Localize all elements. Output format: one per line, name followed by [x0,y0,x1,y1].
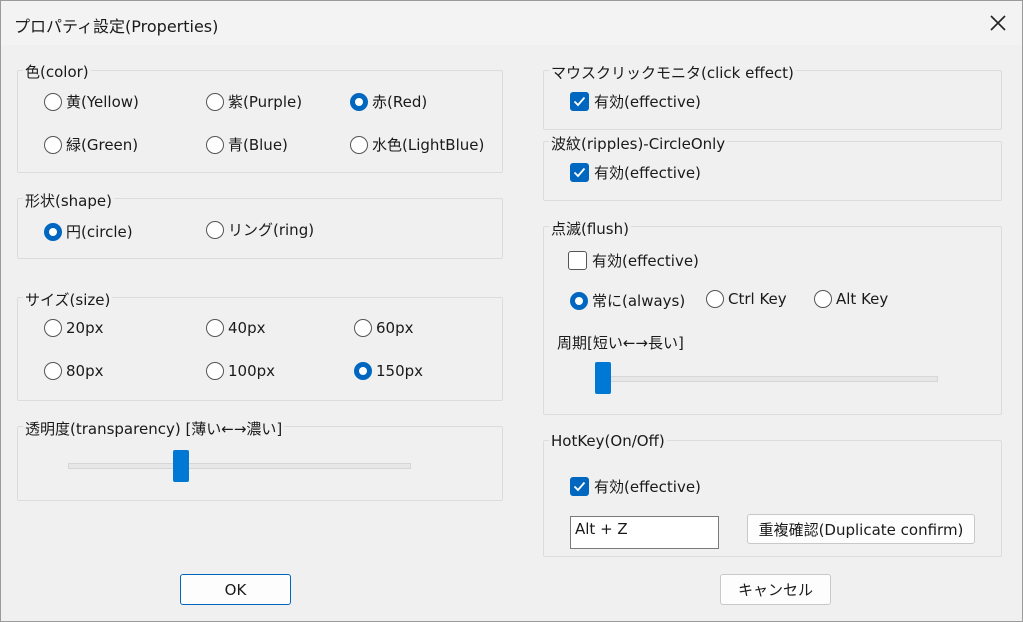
size-group [17,297,503,401]
hotkey-group-label: HotKey(On/Off) [549,432,667,450]
size-radio-60[interactable]: 60px [354,319,414,337]
radio-label: 赤(Red) [372,93,428,111]
size-radio-20[interactable]: 20px [44,319,104,337]
checkbox-box-checked [570,163,589,182]
flush-radio-always[interactable]: 常に(always) [570,290,685,311]
radio-circle [206,92,224,111]
flush-period-label: 周期[短い←→長い] [557,334,684,352]
ripples-group-label: 波紋(ripples)-CircleOnly [549,133,728,154]
radio-label: リング(ring) [228,221,315,239]
properties-dialog: プロパティ設定(Properties) 色(color) 黄(Yellow) 紫… [0,0,1023,622]
hotkey-input[interactable]: Alt + Z [570,516,719,549]
radio-circle [350,135,368,154]
radio-circle [354,319,372,337]
size-radio-150[interactable]: 150px [354,362,423,380]
transparency-group-label: 透明度(transparency) [薄い←→濃い] [23,418,285,439]
flush-period-slider-thumb[interactable] [595,362,611,394]
checkbox-box-checked [570,92,589,111]
color-radio-yellow[interactable]: 黄(Yellow) [44,91,139,112]
click-effect-checkbox[interactable]: 有効(effective) [570,91,701,112]
cancel-button[interactable]: キャンセル [720,574,831,605]
radio-label: 150px [376,362,424,380]
radio-label: 20px [66,319,104,337]
ok-button[interactable]: OK [180,574,291,605]
close-button[interactable] [982,7,1014,39]
radio-circle [44,135,62,154]
hotkey-checkbox[interactable]: 有効(effective) [570,476,701,497]
radio-circle [44,92,62,111]
radio-circle-selected [350,92,368,111]
size-radio-100[interactable]: 100px [206,362,275,380]
transparency-slider-thumb[interactable] [172,450,189,482]
radio-circle-selected [570,291,588,310]
checkbox-label: 有効(effective) [592,252,699,270]
radio-label: 紫(Purple) [228,93,303,111]
color-group [17,70,503,173]
radio-label: 青(Blue) [228,136,288,154]
color-radio-blue[interactable]: 青(Blue) [206,134,288,155]
checkbox-box-checked [570,477,589,496]
radio-label: 水色(LightBlue) [372,136,485,154]
ripples-checkbox[interactable]: 有効(effective) [570,162,701,183]
transparency-slider-track[interactable] [68,463,411,469]
radio-circle [44,362,62,380]
shape-group-label: 形状(shape) [23,190,114,211]
duplicate-confirm-button[interactable]: 重複確認(Duplicate confirm) [747,514,975,544]
checkbox-label: 有効(effective) [594,93,701,111]
radio-circle [206,135,224,154]
radio-circle [814,290,832,308]
radio-label: 円(circle) [66,223,133,241]
flush-period-slider-track[interactable] [595,376,938,382]
flush-checkbox[interactable]: 有効(effective) [568,250,699,271]
radio-circle-selected [44,222,62,241]
radio-circle [206,220,224,239]
radio-label: Alt Key [836,290,889,308]
radio-label: Ctrl Key [728,290,787,308]
size-radio-40[interactable]: 40px [206,319,266,337]
radio-label: 黄(Yellow) [66,93,139,111]
flush-radio-ctrl[interactable]: Ctrl Key [706,290,787,308]
flush-radio-alt[interactable]: Alt Key [814,290,888,308]
flush-group-label: 点滅(flush) [549,218,631,239]
radio-label: 100px [228,362,276,380]
radio-circle [706,290,724,308]
radio-label: 60px [376,319,414,337]
checkbox-label: 有効(effective) [594,478,701,496]
radio-circle-selected [354,362,372,380]
radio-label: 40px [228,319,266,337]
window-title: プロパティ設定(Properties) [14,17,219,36]
color-radio-green[interactable]: 緑(Green) [44,134,138,155]
shape-radio-circle[interactable]: 円(circle) [44,221,133,242]
radio-label: 80px [66,362,104,380]
radio-circle [206,362,224,380]
click-effect-group-label: マウスクリックモニタ(click effect) [549,62,796,83]
checkmark-icon [573,481,586,492]
checkbox-box [568,251,587,270]
size-radio-80[interactable]: 80px [44,362,104,380]
radio-label: 緑(Green) [66,136,139,154]
radio-label: 常に(always) [592,292,686,310]
shape-radio-ring[interactable]: リング(ring) [206,219,314,240]
color-radio-purple[interactable]: 紫(Purple) [206,91,302,112]
checkbox-label: 有効(effective) [594,164,701,182]
radio-circle [44,319,62,337]
close-icon [990,15,1006,31]
size-group-label: サイズ(size) [23,289,113,310]
radio-circle [206,319,224,337]
checkmark-icon [573,96,586,107]
title-bar: プロパティ設定(Properties) [1,1,1022,45]
color-radio-lightblue[interactable]: 水色(LightBlue) [350,134,484,155]
color-radio-red[interactable]: 赤(Red) [350,91,427,112]
checkmark-icon [573,167,586,178]
color-group-label: 色(color) [23,61,91,82]
